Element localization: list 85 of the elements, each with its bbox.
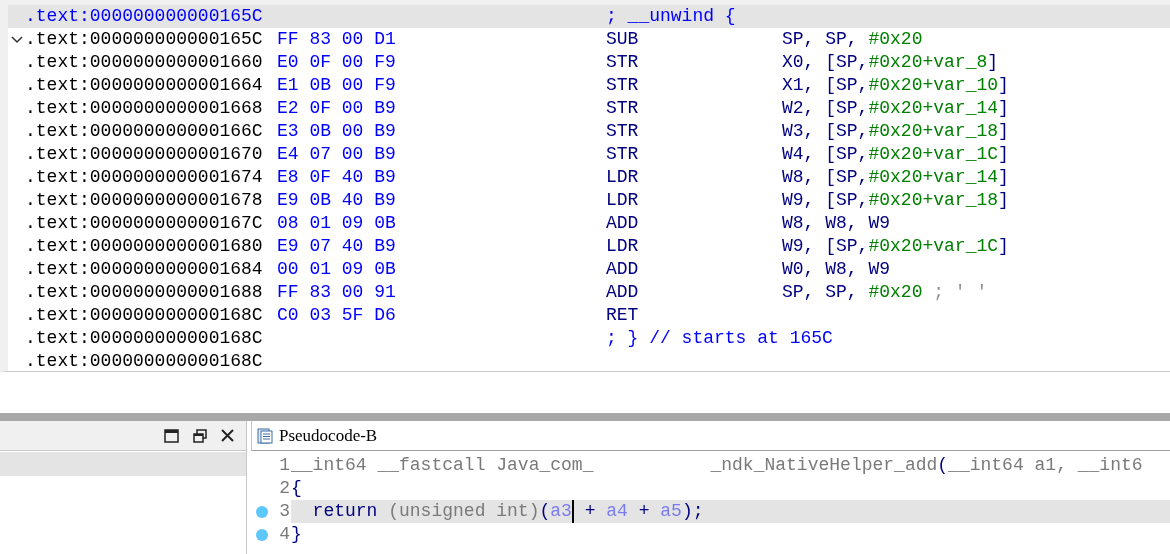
operands: W4, [SP,#0x20+var_1C] xyxy=(782,143,1009,166)
opcode-bytes: E1 0B 00 F9 xyxy=(277,74,397,97)
mnemonic: LDR xyxy=(606,235,640,258)
address: .text:0000000000001684 xyxy=(25,258,264,281)
disassembly-line[interactable]: .text:0000000000001670 E4 07 00 B9 STR W4, [SP,#0x20+var_1C] xyxy=(8,143,1170,166)
disassembly-line[interactable]: .text:0000000000001674 E8 0F 40 B9 LDR W8, [SP,#0x20+var_14] xyxy=(8,166,1170,189)
disassembly-line[interactable]: .text:0000000000001664 E1 0B 00 F9 STR X1, [SP,#0x20+var_10] xyxy=(8,74,1170,97)
operands: X1, [SP,#0x20+var_10] xyxy=(782,74,1009,97)
mnemonic: STR xyxy=(606,143,640,166)
line-number: 2 xyxy=(278,477,291,500)
collapse-chevron-icon[interactable] xyxy=(10,35,23,44)
mnemonic: ADD xyxy=(606,212,640,235)
operands: W8, W8, W9 xyxy=(782,212,891,235)
disassembly-line[interactable]: .text:000000000000168C ; } // starts at 165C xyxy=(8,327,1170,350)
opcode-bytes: E9 07 40 B9 xyxy=(277,235,397,258)
address: .text:000000000000165C xyxy=(25,5,264,28)
opcode-bytes: E8 0F 40 B9 xyxy=(277,166,397,189)
line-number: 3 xyxy=(278,500,291,523)
restore-icon[interactable] xyxy=(193,428,207,443)
address: .text:000000000000166C xyxy=(25,120,264,143)
opcode-bytes: 00 01 09 0B xyxy=(277,258,397,281)
address: .text:000000000000168C xyxy=(25,304,264,327)
opcode-bytes: C0 03 5F D6 xyxy=(277,304,397,327)
address: .text:000000000000168C xyxy=(25,350,264,373)
disassembly-line[interactable]: .text:0000000000001668 E2 0F 00 B9 STR W2, [SP,#0x20+var_14] xyxy=(8,97,1170,120)
tab-title: Pseudocode-B xyxy=(279,424,378,447)
address: .text:000000000000167C xyxy=(25,212,264,235)
mnemonic: STR xyxy=(606,51,640,74)
disassembly-line[interactable]: .text:000000000000166C E3 0B 00 B9 STR W3, [SP,#0x20+var_18] xyxy=(8,120,1170,143)
disassembly-line[interactable]: .text:000000000000168C C0 03 5F D6 RET xyxy=(8,304,1170,327)
disassembly-line[interactable]: .text:000000000000167C 08 01 09 0B ADD W8, W8, W9 xyxy=(8,212,1170,235)
close-icon[interactable] xyxy=(221,429,234,442)
pseudocode-tab[interactable]: Pseudocode-B xyxy=(252,421,383,450)
operands: W3, [SP,#0x20+var_18] xyxy=(782,120,1009,143)
maximize-icon[interactable] xyxy=(164,428,179,443)
mnemonic: ADD xyxy=(606,281,640,304)
address: .text:000000000000168C xyxy=(25,327,264,350)
operands: W9, [SP,#0x20+var_1C] xyxy=(782,235,1009,258)
opcode-bytes: E2 0F 00 B9 xyxy=(277,97,397,120)
mnemonic: ADD xyxy=(606,258,640,281)
operands: W2, [SP,#0x20+var_14] xyxy=(782,97,1009,120)
operands: W0, W8, W9 xyxy=(782,258,891,281)
mnemonic: SUB xyxy=(606,28,640,51)
mnemonic: LDR xyxy=(606,166,640,189)
disassembly-line[interactable]: .text:000000000000165C FF 83 00 D1 SUB SP, SP, #0x20 xyxy=(8,28,1170,51)
comment: ; } // starts at 165C xyxy=(606,327,833,350)
document-icon xyxy=(257,427,273,444)
address: .text:0000000000001680 xyxy=(25,235,264,258)
opcode-bytes: E3 0B 00 B9 xyxy=(277,120,397,143)
address: .text:000000000000165C xyxy=(25,28,264,51)
operands: W8, [SP,#0x20+var_14] xyxy=(782,166,1009,189)
address: .text:0000000000001668 xyxy=(25,97,264,120)
mnemonic: LDR xyxy=(606,189,640,212)
code-line[interactable]: __int64 __fastcall Java_com_ _ndk_NativeHelper_add(__int64 a1, __int6 xyxy=(291,454,1170,477)
opcode-bytes: E0 0F 00 F9 xyxy=(277,51,397,74)
operands: SP, SP, #0x20 ; ' ' xyxy=(782,281,988,304)
disassembly-line[interactable]: .text:0000000000001680 E9 07 40 B9 LDR W9, [SP,#0x20+var_1C] xyxy=(8,235,1170,258)
mnemonic: STR xyxy=(606,120,640,143)
operands: SP, SP, #0x20 xyxy=(782,28,923,51)
comment: ; __unwind { xyxy=(606,5,736,28)
disassembly-line[interactable]: .text:0000000000001660 E0 0F 00 F9 STR X0, [SP,#0x20+var_8] xyxy=(8,51,1170,74)
opcode-bytes: FF 83 00 91 xyxy=(277,281,397,304)
address: .text:0000000000001664 xyxy=(25,74,264,97)
address: .text:0000000000001688 xyxy=(25,281,264,304)
mnemonic: STR xyxy=(606,74,640,97)
address: .text:0000000000001678 xyxy=(25,189,264,212)
address: .text:0000000000001674 xyxy=(25,166,264,189)
operands: W9, [SP,#0x20+var_18] xyxy=(782,189,1009,212)
opcode-bytes: E9 0B 40 B9 xyxy=(277,189,397,212)
mnemonic: STR xyxy=(606,97,640,120)
address: .text:0000000000001660 xyxy=(25,51,264,74)
line-number: 1 xyxy=(278,454,291,477)
disassembly-line[interactable]: .text:0000000000001678 E9 0B 40 B9 LDR W9, [SP,#0x20+var_18] xyxy=(8,189,1170,212)
code-line[interactable]: { xyxy=(291,477,1170,500)
line-number: 4 xyxy=(278,523,291,546)
operands: X0, [SP,#0x20+var_8] xyxy=(782,51,999,74)
opcode-bytes: E4 07 00 B9 xyxy=(277,143,397,166)
disassembly-line[interactable]: .text:0000000000001684 00 01 09 0B ADD W0, W8, W9 xyxy=(8,258,1170,281)
mnemonic: RET xyxy=(606,304,640,327)
disassembly-line[interactable]: .text:000000000000168C xyxy=(8,350,1170,373)
code-line[interactable]: } xyxy=(291,523,1170,546)
opcode-bytes: FF 83 00 D1 xyxy=(277,28,397,51)
address: .text:0000000000001670 xyxy=(25,143,264,166)
disassembly-line[interactable]: .text:0000000000001688 FF 83 00 91 ADD SP, SP, #0x20 ; ' ' xyxy=(8,281,1170,304)
opcode-bytes: 08 01 09 0B xyxy=(277,212,397,235)
